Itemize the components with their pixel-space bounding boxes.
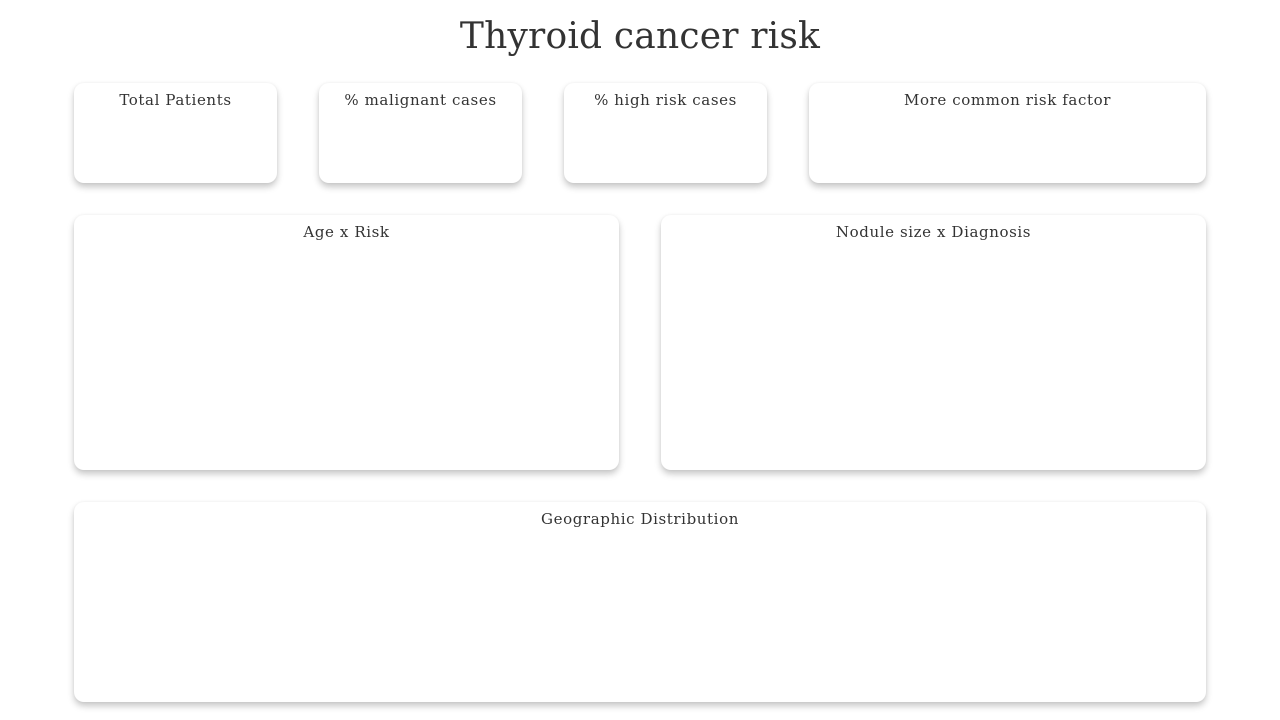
geographic-distribution-title: Geographic Distribution xyxy=(541,510,739,528)
total-patients-card: Total Patients xyxy=(74,83,277,183)
high-risk-cases-card: % high risk cases xyxy=(564,83,767,183)
high-risk-cases-label: % high risk cases xyxy=(594,91,737,109)
age-risk-chart-card: Age x Risk xyxy=(74,215,619,470)
total-patients-label: Total Patients xyxy=(119,91,232,109)
geographic-distribution-map-area xyxy=(84,534,1196,692)
common-risk-factor-label: More common risk factor xyxy=(904,91,1111,109)
page-title: Thyroid cancer risk xyxy=(459,16,821,57)
high-risk-cases-value-area xyxy=(574,115,757,173)
malignant-cases-value-area xyxy=(329,115,512,173)
geographic-distribution-card: Geographic Distribution xyxy=(74,502,1206,702)
age-risk-chart-title: Age x Risk xyxy=(303,223,390,241)
nodule-diagnosis-chart-card: Nodule size x Diagnosis xyxy=(661,215,1206,470)
nodule-diagnosis-chart-area xyxy=(671,247,1196,460)
age-risk-chart-area xyxy=(84,247,609,460)
nodule-diagnosis-chart-title: Nodule size x Diagnosis xyxy=(835,223,1032,241)
common-risk-factor-value-area xyxy=(819,115,1196,173)
common-risk-factor-card: More common risk factor xyxy=(809,83,1206,183)
malignant-cases-card: % malignant cases xyxy=(319,83,522,183)
total-patients-value-area xyxy=(84,115,267,173)
malignant-cases-label: % malignant cases xyxy=(344,91,497,109)
